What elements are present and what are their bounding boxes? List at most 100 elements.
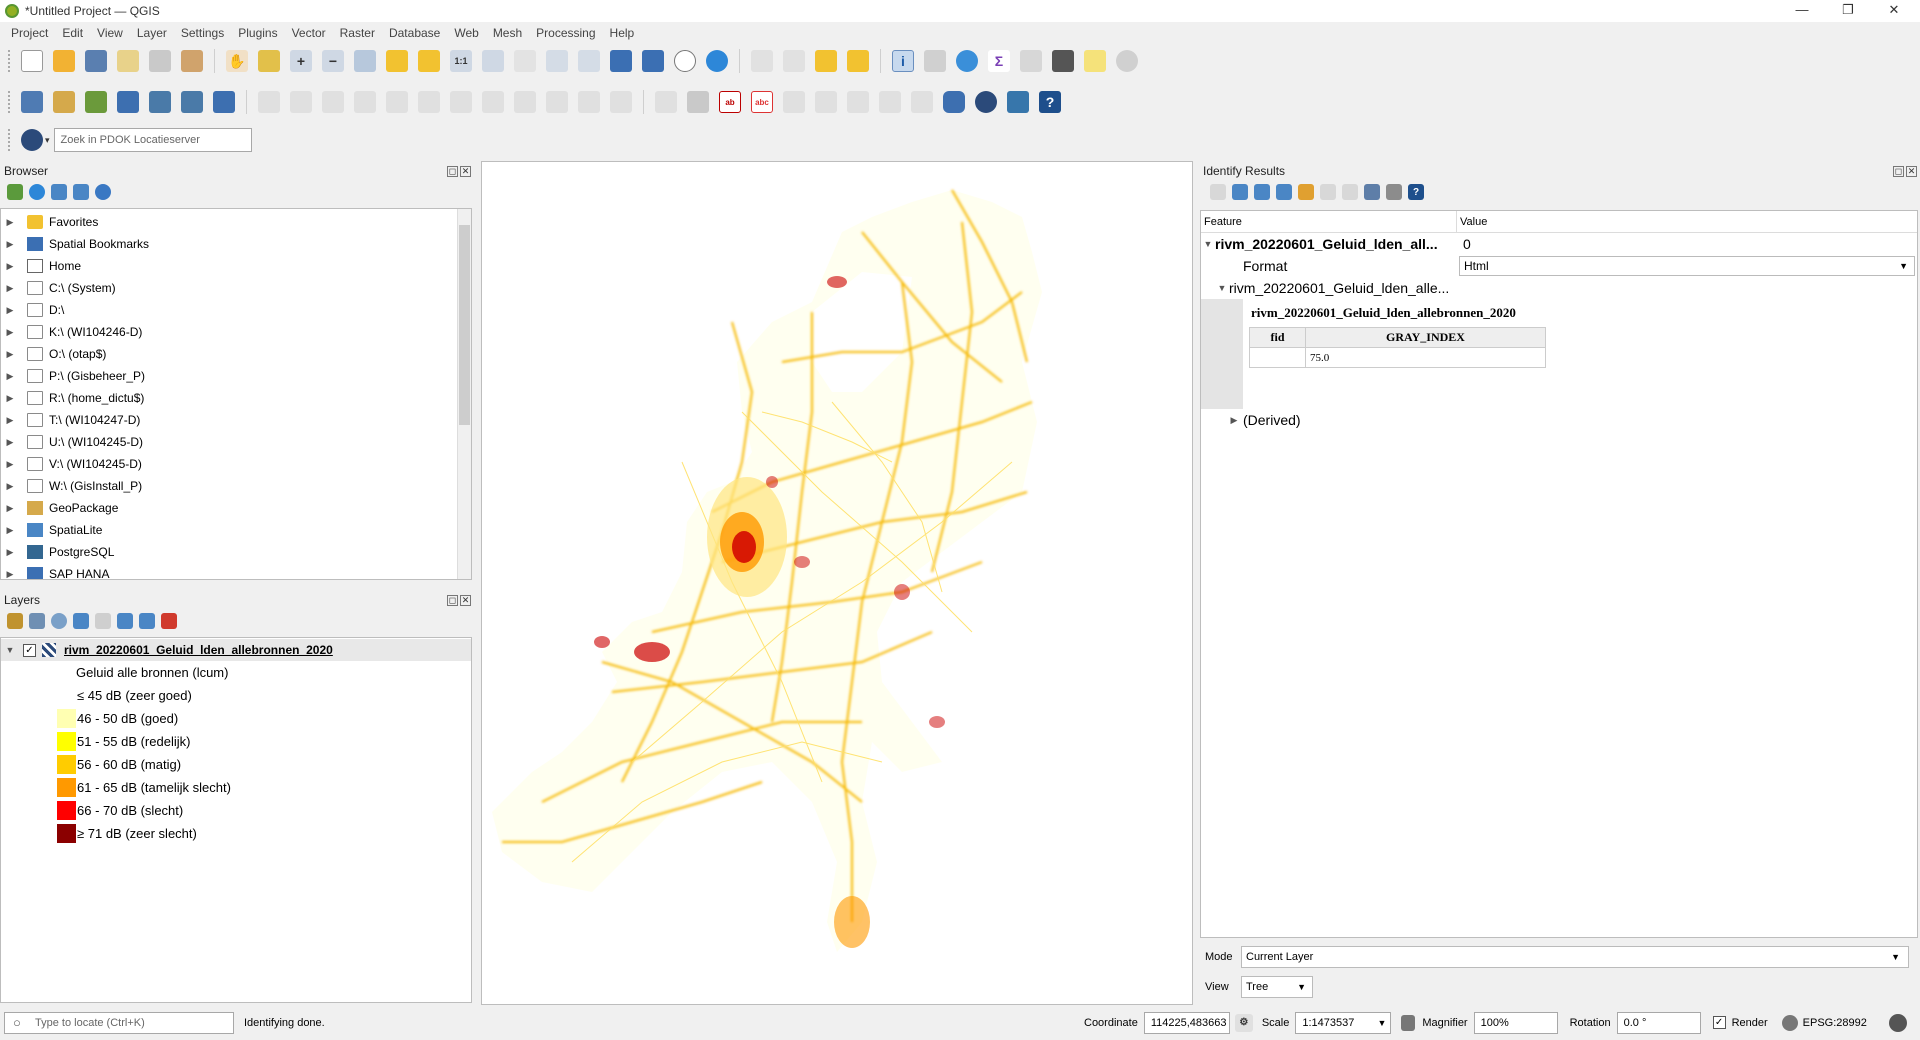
browser-item[interactable]: ▶ C:\ (System)	[1, 277, 471, 299]
legend-item[interactable]: ≥ 71 dB (zeer slecht)	[1, 822, 471, 845]
expand-arrow-icon[interactable]: ▶	[3, 437, 17, 448]
expand-arrow-icon[interactable]: ▶	[3, 525, 17, 536]
browser-item[interactable]: ▶ T:\ (WI104247-D)	[1, 409, 471, 431]
new-shapefile-layer-icon[interactable]	[85, 91, 107, 113]
collapse-arrow-icon[interactable]: ▼	[1201, 239, 1215, 249]
maximize-button[interactable]: ❐	[1826, 0, 1870, 22]
zoom-to-selection-icon[interactable]	[386, 50, 408, 72]
expand-arrow-icon[interactable]: ▶	[1227, 415, 1241, 426]
zoom-last-icon[interactable]	[482, 50, 504, 72]
expand-arrow-icon[interactable]: ▶	[3, 481, 17, 492]
coordinate-field[interactable]: 114225,483663	[1143, 1011, 1230, 1034]
open-field-calculator-icon[interactable]	[924, 50, 946, 72]
expand-arrow-icon[interactable]: ▶	[3, 283, 17, 294]
new-spatialite-layer-icon[interactable]	[117, 91, 139, 113]
manage-map-themes-icon[interactable]	[51, 613, 67, 629]
expand-arrow-icon[interactable]: ▶	[3, 569, 17, 580]
legend-item[interactable]: 46 - 50 dB (goed)	[1, 707, 471, 730]
expand-arrow-icon[interactable]: ▶	[3, 459, 17, 470]
browser-item[interactable]: ▶ GeoPackage	[1, 497, 471, 519]
expand-tree-icon[interactable]	[1232, 184, 1248, 200]
browser-item[interactable]: ▶ Spatial Bookmarks	[1, 233, 471, 255]
new-virtual-layer-icon[interactable]	[181, 91, 203, 113]
modify-attributes-icon[interactable]	[418, 91, 440, 113]
copy-feature-icon[interactable]	[1320, 184, 1336, 200]
browser-item[interactable]: ▶ SpatiaLite	[1, 519, 471, 541]
style-manager-icon[interactable]	[181, 50, 203, 72]
format-select[interactable]: Html ▼	[1459, 256, 1915, 276]
render-checkbox[interactable]: ✓	[1712, 1016, 1726, 1029]
close-panel-icon[interactable]: ✕	[460, 594, 471, 606]
menu-web[interactable]: Web	[447, 26, 485, 40]
expand-arrow-icon[interactable]: ▶	[3, 349, 17, 360]
browser-item[interactable]: ▶ U:\ (WI104245-D)	[1, 431, 471, 453]
expand-arrow-icon[interactable]: ▶	[3, 261, 17, 272]
metasearch-icon[interactable]	[975, 91, 997, 113]
layer-diagram-icon[interactable]: ab	[719, 91, 741, 113]
attribute-table-icon[interactable]	[1020, 50, 1042, 72]
column-value[interactable]: Value	[1457, 211, 1490, 232]
add-group-icon[interactable]	[29, 613, 45, 629]
settings-gear-icon[interactable]	[1116, 50, 1138, 72]
expand-arrow-icon[interactable]: ▶	[3, 547, 17, 558]
digitize-icon[interactable]	[354, 91, 376, 113]
redo-icon[interactable]	[610, 91, 632, 113]
lock-scale-icon[interactable]	[1401, 1014, 1416, 1031]
show-bookmarks-icon[interactable]	[642, 50, 664, 72]
map-tips-icon[interactable]	[1084, 50, 1106, 72]
collapse-all-icon[interactable]	[139, 613, 155, 629]
expand-arrow-icon[interactable]: ▶	[3, 217, 17, 228]
noise-map-netherlands[interactable]	[482, 162, 1192, 1004]
browser-item[interactable]: ▶ W:\ (GisInstall_P)	[1, 475, 471, 497]
pdok-search-input[interactable]: Zoek in PDOK Locatieserver	[53, 128, 252, 152]
measure-line-icon[interactable]	[1052, 50, 1074, 72]
data-source-manager-icon[interactable]	[21, 91, 43, 113]
pin-labels-icon[interactable]	[783, 91, 805, 113]
identify-settings-icon[interactable]	[1386, 184, 1402, 200]
layout-manager-icon[interactable]	[149, 50, 171, 72]
add-vector-layer-icon[interactable]	[213, 91, 235, 113]
legend-item[interactable]: 56 - 60 dB (matig)	[1, 753, 471, 776]
float-icon[interactable]: ◻	[1893, 165, 1904, 177]
expand-arrow-icon[interactable]: ▶	[3, 239, 17, 250]
new-temporary-layer-icon[interactable]	[149, 91, 171, 113]
browser-item[interactable]: ▶ PostgreSQL	[1, 541, 471, 563]
help-icon[interactable]: ?	[1408, 184, 1424, 200]
minimize-button[interactable]: —	[1780, 0, 1824, 22]
messages-icon[interactable]	[1888, 1013, 1907, 1032]
highlight-pinned-labels-icon[interactable]: abc	[751, 91, 773, 113]
close-panel-icon[interactable]: ✕	[1906, 165, 1917, 177]
map-canvas[interactable]	[481, 161, 1193, 1005]
browser-scrollbar[interactable]	[457, 209, 471, 579]
menu-mesh[interactable]: Mesh	[486, 26, 529, 40]
sub-feature-row[interactable]: ▼ rivm_20220601_Geluid_lden_alle...	[1201, 277, 1917, 299]
select-features-icon[interactable]	[751, 50, 773, 72]
menu-help[interactable]: Help	[603, 26, 642, 40]
zoom-full-icon[interactable]	[354, 50, 376, 72]
expand-arrow-icon[interactable]: ▶	[3, 371, 17, 382]
identify-mode-icon[interactable]	[1210, 184, 1226, 200]
move-label-icon[interactable]	[847, 91, 869, 113]
remove-layer-icon[interactable]	[161, 613, 177, 629]
browser-item[interactable]: ▶ V:\ (WI104245-D)	[1, 453, 471, 475]
print-response-icon[interactable]	[1342, 184, 1358, 200]
new-print-layout-icon[interactable]	[117, 50, 139, 72]
style-panel-icon[interactable]	[7, 613, 23, 629]
undo-icon[interactable]	[578, 91, 600, 113]
close-panel-icon[interactable]: ✕	[460, 165, 471, 177]
temporal-controller-icon[interactable]	[674, 50, 696, 72]
view-select[interactable]: Tree ▼	[1241, 976, 1313, 998]
save-project-icon[interactable]	[85, 50, 107, 72]
clear-results-icon[interactable]	[1298, 184, 1314, 200]
browser-item[interactable]: ▶ R:\ (home_dictu$)	[1, 387, 471, 409]
legend-item[interactable]: 61 - 65 dB (tamelijk slecht)	[1, 776, 471, 799]
pdok-globe-icon[interactable]	[21, 129, 43, 151]
derived-row[interactable]: ▶ (Derived)	[1201, 409, 1917, 431]
zoom-out-icon[interactable]: −	[322, 50, 344, 72]
scrollbar-thumb[interactable]	[459, 225, 470, 425]
vertex-tool-icon[interactable]	[386, 91, 408, 113]
new-project-icon[interactable]	[21, 50, 43, 72]
help-icon[interactable]: ?	[1039, 91, 1061, 113]
menu-database[interactable]: Database	[382, 26, 447, 40]
refresh-icon[interactable]	[29, 184, 45, 200]
